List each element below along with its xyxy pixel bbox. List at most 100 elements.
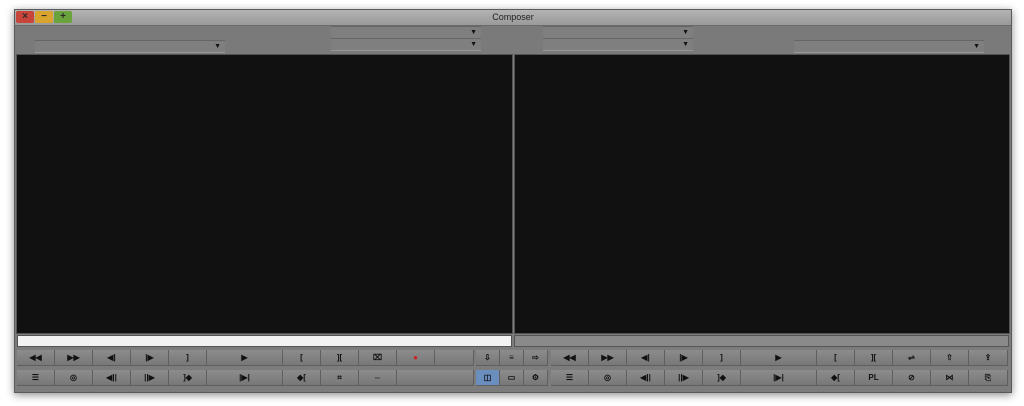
clear-marks-button[interactable]: ⊘ xyxy=(893,370,931,386)
step-forward-fields-icon: ||▶ xyxy=(144,373,155,382)
blank-button[interactable] xyxy=(397,370,474,386)
overwrite-button[interactable]: ⇨ xyxy=(524,350,548,366)
go-to-in-icon: ◆[ xyxy=(831,373,840,382)
step-forward-button[interactable]: |▶ xyxy=(665,350,703,366)
step-forward-icon: |▶ xyxy=(679,353,688,362)
splice-in-icon: ⇩ xyxy=(484,353,491,362)
step-forward-fields-button[interactable]: ||▶ xyxy=(131,370,169,386)
list-icon: ☰ xyxy=(565,373,574,382)
source-position-bar[interactable] xyxy=(17,335,512,347)
lift-button[interactable]: ⇧ xyxy=(931,350,969,366)
step-back-icon: ◀| xyxy=(641,353,650,362)
layers-icon: ≡ xyxy=(509,353,514,362)
record-position-bar[interactable] xyxy=(514,335,1009,347)
match-frame-button[interactable]: ⇔ xyxy=(359,370,397,386)
play-in-out-icon: |▶| xyxy=(239,373,250,382)
record-monitor[interactable] xyxy=(514,54,1010,334)
fast-forward-icon: ▶▶ xyxy=(67,353,80,362)
title-bar[interactable]: × − + Composer xyxy=(15,10,1011,26)
trim-button[interactable]: ⌧ xyxy=(359,350,397,366)
blank-button[interactable] xyxy=(435,350,474,366)
settings-icon: ⚙ xyxy=(531,373,540,382)
fast-forward-button[interactable]: ▶▶ xyxy=(55,350,93,366)
copy-icon: ⎘ xyxy=(984,373,992,382)
list-button[interactable]: ☰ xyxy=(551,370,589,386)
record-button-row-1: ◀◀ ▶▶ ◀| |▶] ▶ [ ][ ⇌ ⇧ ⇪ xyxy=(551,350,1008,367)
copy-button[interactable]: ⎘ xyxy=(969,370,1008,386)
add-edit-button[interactable]: ⋈ xyxy=(931,370,969,386)
record-button-row-2: ☰ ◎ ◀|| ||▶ ]◆ |▶| ◆[ PL ⊘ ⋈ ⎘ xyxy=(551,370,1008,387)
go-to-out-button[interactable]: ]◆ xyxy=(169,370,207,386)
edit-button-row-2: ◫ ▭ ⚙ xyxy=(476,370,548,387)
mark-out-icon: ] xyxy=(186,353,189,362)
step-back-icon: ◀| xyxy=(107,353,116,362)
go-to-in-icon: ◆[ xyxy=(297,373,306,382)
step-back-fields-button[interactable]: ◀|| xyxy=(627,370,665,386)
mark-in-button[interactable]: [ xyxy=(817,350,855,366)
list-button[interactable]: ☰ xyxy=(17,370,55,386)
rewind-button[interactable]: ◀◀ xyxy=(17,350,55,366)
source-button-row-2: ☰ ◎ ◀|| ||▶ ]◆ |▶| ◆[ ⌗ ⇔ xyxy=(17,370,474,387)
go-to-in-button[interactable]: ◆[ xyxy=(817,370,855,386)
play-button[interactable]: ▶ xyxy=(741,350,817,366)
lift-icon: ⇧ xyxy=(946,353,953,362)
menu-bar: ▼ ▼ ▼ ▼ ▼ ▼ xyxy=(15,26,1011,54)
chevron-down-icon: ▼ xyxy=(470,29,477,36)
step-forward-button[interactable]: |▶ xyxy=(131,350,169,366)
mark-clip-icon: ][ xyxy=(870,353,877,362)
step-forward-fields-icon: ||▶ xyxy=(678,373,689,382)
pl-button[interactable]: PL xyxy=(855,370,893,386)
trim-mode-button[interactable]: ⇌ xyxy=(893,350,931,366)
play-icon: ▶ xyxy=(241,353,248,362)
rewind-icon: ◀◀ xyxy=(29,353,42,362)
mark-clip-button[interactable]: ][ xyxy=(321,350,359,366)
splice-in-button[interactable]: ⇩ xyxy=(476,350,500,366)
go-to-out-icon: ]◆ xyxy=(717,373,726,382)
source-monitor[interactable] xyxy=(16,54,513,334)
mark-clip-icon: ][ xyxy=(336,353,343,362)
step-back-button[interactable]: ◀| xyxy=(93,350,131,366)
step-back-fields-icon: ◀|| xyxy=(640,373,651,382)
step-back-button[interactable]: ◀| xyxy=(627,350,665,366)
match-frame-icon: ⇔ xyxy=(373,373,382,382)
go-to-in-button[interactable]: ◆[ xyxy=(283,370,321,386)
record-info-menu[interactable]: ▼ xyxy=(543,38,693,51)
rewind-icon: ◀◀ xyxy=(563,353,576,362)
record-sequence-menu[interactable]: ▼ xyxy=(794,40,984,53)
record-button[interactable]: ● xyxy=(397,350,435,366)
play-in-out-icon: |▶| xyxy=(773,373,784,382)
go-to-out-icon: ]◆ xyxy=(183,373,192,382)
source-clip-menu[interactable]: ▼ xyxy=(35,40,225,53)
mark-out-button[interactable]: ] xyxy=(703,350,741,366)
source-clip-button[interactable]: ▭ xyxy=(500,370,524,386)
source-info-menu[interactable]: ▼ xyxy=(331,38,481,51)
step-forward-icon: |▶ xyxy=(145,353,154,362)
play-in-out-button[interactable]: |▶| xyxy=(207,370,283,386)
play-in-out-button[interactable]: |▶| xyxy=(741,370,817,386)
play-button[interactable]: ▶ xyxy=(207,350,283,366)
extract-button[interactable]: ⇪ xyxy=(969,350,1008,366)
clear-button[interactable]: ⌗ xyxy=(321,370,359,386)
rewind-button[interactable]: ◀◀ xyxy=(551,350,589,366)
clear-marks-icon: ⊘ xyxy=(908,373,915,382)
step-back-fields-icon: ◀|| xyxy=(106,373,117,382)
record-icon: ● xyxy=(413,353,418,362)
chevron-down-icon: ▼ xyxy=(214,43,221,50)
split-view-button[interactable]: ◫ xyxy=(476,370,500,386)
mark-clip-button[interactable]: ][ xyxy=(855,350,893,366)
step-forward-fields-button[interactable]: ||▶ xyxy=(665,370,703,386)
step-back-fields-button[interactable]: ◀|| xyxy=(93,370,131,386)
list-icon: ☰ xyxy=(31,373,40,382)
mark-out-icon: ] xyxy=(720,353,723,362)
loop-button[interactable]: ◎ xyxy=(55,370,93,386)
window-title: Composer xyxy=(492,12,534,22)
mark-out-button[interactable]: ] xyxy=(169,350,207,366)
loop-button[interactable]: ◎ xyxy=(589,370,627,386)
fast-forward-button[interactable]: ▶▶ xyxy=(589,350,627,366)
layers-button[interactable]: ≡ xyxy=(500,350,524,366)
play-icon: ▶ xyxy=(775,353,782,362)
settings-button[interactable]: ⚙ xyxy=(524,370,548,386)
mark-in-button[interactable]: [ xyxy=(283,350,321,366)
go-to-out-button[interactable]: ]◆ xyxy=(703,370,741,386)
loop-icon: ◎ xyxy=(604,373,611,382)
